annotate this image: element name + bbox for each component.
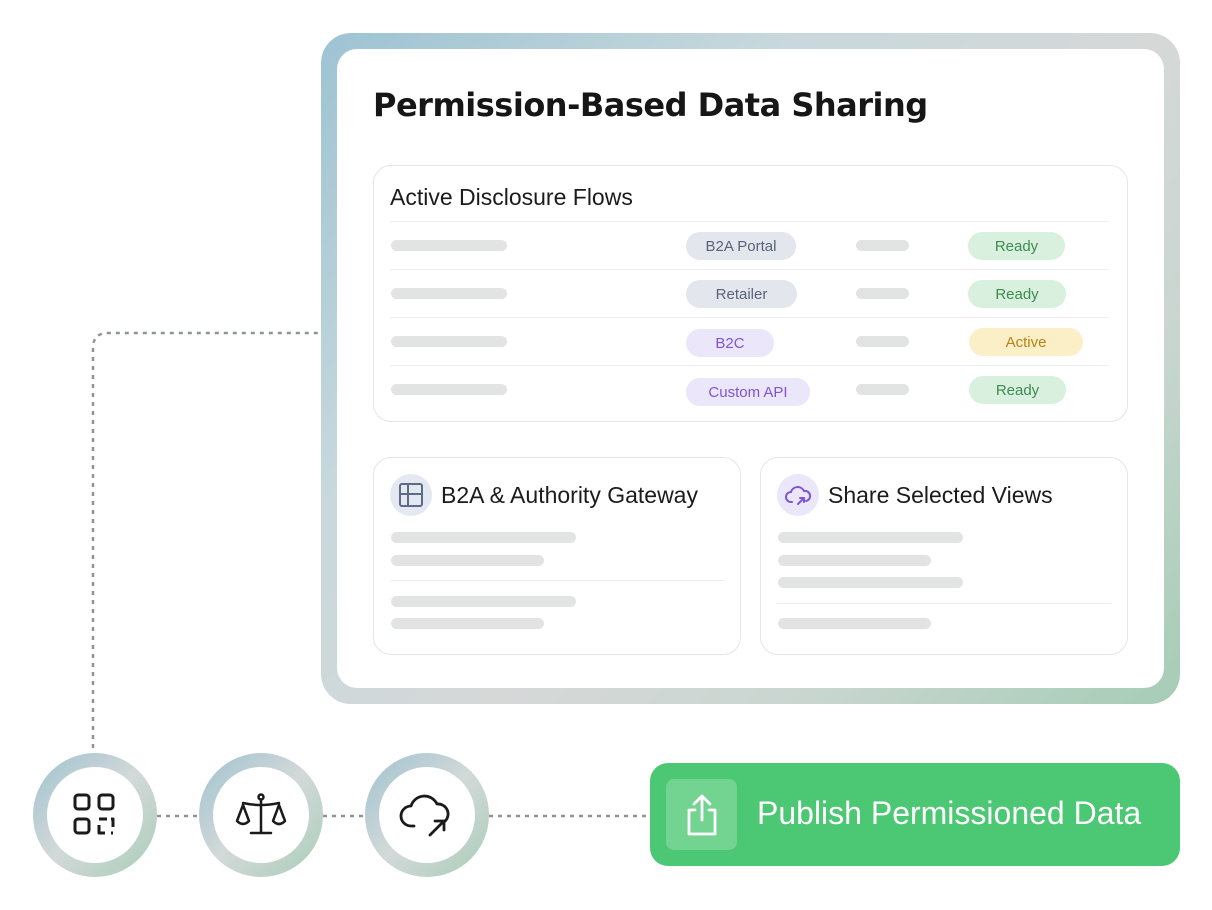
- table-row[interactable]: B2C Active: [390, 317, 1108, 365]
- step-cloud[interactable]: [365, 753, 489, 877]
- qr-code-icon: [73, 793, 115, 835]
- share-views-card[interactable]: Share Selected Views: [760, 457, 1128, 655]
- status-badge: Ready: [968, 280, 1066, 308]
- publish-label: Publish Permissioned Data: [757, 795, 1142, 831]
- divider: [390, 580, 724, 581]
- placeholder-bar: [778, 555, 931, 566]
- step-qr-code[interactable]: [33, 753, 157, 877]
- placeholder-bar: [856, 336, 909, 347]
- divider: [777, 603, 1111, 604]
- placeholder-bar: [391, 336, 507, 347]
- placeholder-bar: [778, 618, 931, 629]
- placeholder-bar: [856, 240, 909, 251]
- grid-icon: [390, 474, 432, 516]
- placeholder-bar: [391, 596, 576, 607]
- placeholder-bar: [778, 532, 963, 543]
- placeholder-bar: [391, 384, 507, 395]
- status-badge: Ready: [968, 232, 1065, 260]
- table-row[interactable]: B2A Portal Ready: [390, 221, 1108, 269]
- placeholder-bar: [856, 288, 909, 299]
- table-row[interactable]: Retailer Ready: [390, 269, 1108, 317]
- scales-icon: [235, 793, 287, 835]
- share-upload-icon: [666, 779, 737, 850]
- publish-button[interactable]: Publish Permissioned Data: [650, 763, 1180, 866]
- gateway-card[interactable]: B2A & Authority Gateway: [373, 457, 741, 655]
- placeholder-bar: [778, 577, 963, 588]
- placeholder-bar: [391, 618, 544, 629]
- channel-badge: B2A Portal: [686, 232, 796, 260]
- placeholder-bar: [856, 384, 909, 395]
- status-badge: Ready: [969, 376, 1066, 404]
- connector-qr-to-card: [91, 331, 336, 748]
- gateway-title: B2A & Authority Gateway: [441, 482, 698, 508]
- step-scales[interactable]: [199, 753, 323, 877]
- placeholder-bar: [391, 240, 507, 251]
- placeholder-bar: [391, 288, 507, 299]
- page-title: Permission-Based Data Sharing: [373, 86, 928, 124]
- share-views-title: Share Selected Views: [828, 482, 1053, 508]
- cloud-share-icon: [777, 474, 819, 516]
- cloud-upload-icon: [399, 794, 450, 837]
- channel-badge: Retailer: [686, 280, 797, 308]
- channel-badge: B2C: [686, 329, 774, 357]
- placeholder-bar: [391, 532, 576, 543]
- disclosure-flows-panel: Active Disclosure Flows B2A Portal Ready…: [373, 165, 1128, 422]
- table-row[interactable]: Custom API Ready: [390, 365, 1108, 413]
- placeholder-bar: [391, 555, 544, 566]
- channel-badge: Custom API: [686, 378, 810, 406]
- flows-title: Active Disclosure Flows: [390, 184, 633, 210]
- status-badge: Active: [969, 328, 1083, 356]
